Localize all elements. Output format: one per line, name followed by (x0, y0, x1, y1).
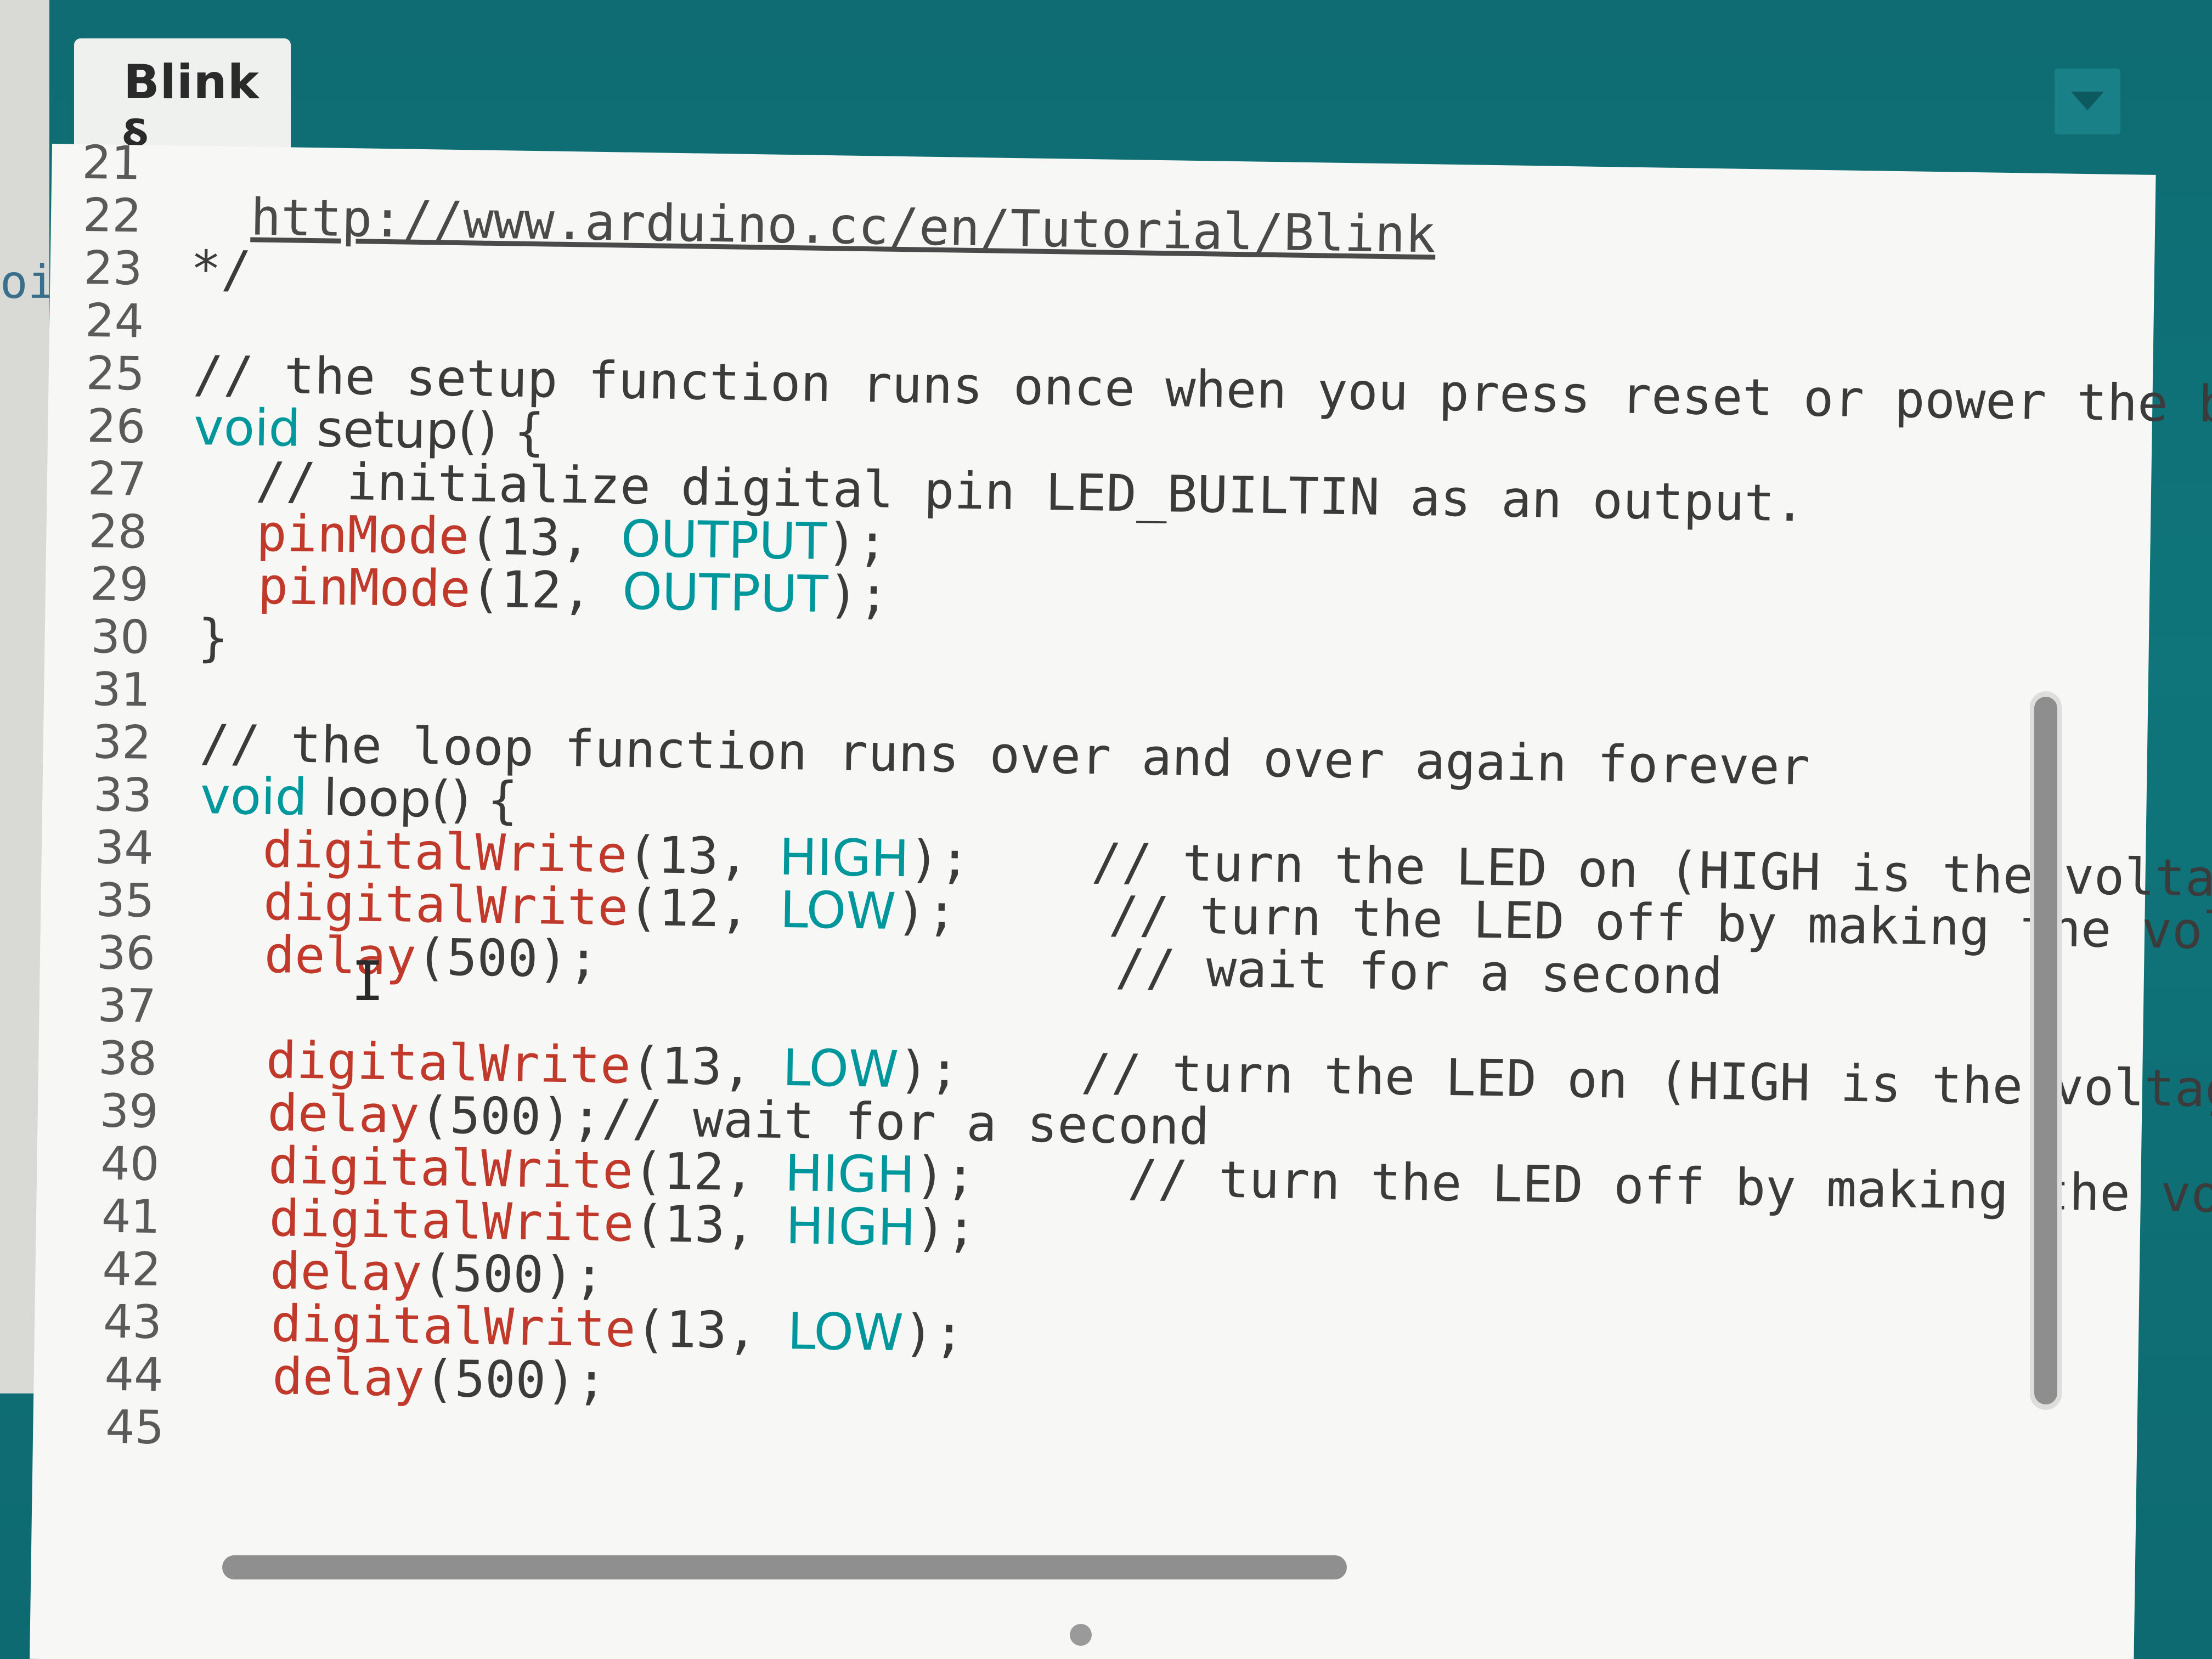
code-line[interactable]: 22 http://www.arduino.cc/en/Tutorial/Bli… (52, 184, 1436, 264)
code-line[interactable]: 45 (75, 1396, 165, 1457)
code-line[interactable]: 36 delay(500); // wait for a second (66, 922, 1723, 1006)
code-token: HIGH (784, 1144, 916, 1205)
code-token: void (193, 397, 301, 458)
code-token: LOW (780, 880, 896, 941)
code-text: pinMode(12, OUTPUT); (196, 555, 889, 626)
code-line[interactable]: 24 (54, 290, 144, 350)
horizontal-scrollbar-thumb[interactable] (222, 1555, 1347, 1579)
code-token: LOW (782, 1038, 899, 1099)
code-token: delay (269, 1242, 423, 1303)
code-token: pinMode (257, 556, 471, 619)
code-token: delay (267, 1084, 420, 1145)
code-token: OUTPUT (622, 562, 829, 624)
code-line[interactable]: 30} (60, 606, 229, 668)
code-text: */ (190, 239, 252, 301)
chevron-down-icon (2071, 92, 2104, 110)
code-line[interactable]: 32// the loop function runs over and ove… (62, 711, 1810, 797)
url-link[interactable]: http://www.arduino.cc/en/Tutorial/Blink (250, 188, 1436, 264)
code-line[interactable]: 39 delay(500);// wait for a second (69, 1080, 1210, 1156)
code-token: delay (272, 1347, 425, 1408)
code-line[interactable]: 43 digitalWrite(13, LOW); (72, 1291, 964, 1363)
tab-menu-button[interactable] (2055, 69, 2120, 134)
line-number: 45 (105, 1400, 165, 1455)
text-cursor-icon: I (351, 949, 385, 1013)
vertical-scrollbar-thumb[interactable] (2034, 697, 2057, 1404)
code-editor[interactable]: 21 22 http://www.arduino.cc/en/Tutorial/B… (30, 136, 2212, 1659)
code-token: HIGH (778, 827, 910, 889)
code-token: */ (190, 239, 252, 300)
code-line[interactable]: 33 void loop() { (63, 764, 519, 830)
code-line[interactable]: 29 pinMode(12, OUTPUT); (59, 553, 889, 625)
code-token: void (200, 766, 308, 827)
code-token: (13, (627, 825, 780, 887)
code-line[interactable]: 26 void setup() { (57, 395, 546, 461)
code-token: ); (826, 512, 888, 572)
code-text: http://www.arduino.cc/en/Tutorial/Blink (189, 187, 1436, 266)
code-line[interactable]: 41 digitalWrite(13, HIGH); (71, 1186, 977, 1258)
vertical-scrollbar[interactable] (2030, 691, 2062, 1410)
code-token: delay (264, 925, 417, 987)
photo-frame: oi Blink § 21 22 http://www.arduino.cc/en… (0, 0, 2212, 1659)
code-text: delay(500); (211, 1346, 607, 1412)
code-token: } (197, 608, 229, 668)
code-token: (13, (633, 1194, 787, 1256)
horizontal-scrollbar-handle[interactable] (1070, 1624, 1092, 1646)
tab-blink[interactable]: Blink § (74, 38, 291, 165)
code-line[interactable]: 25// the setup function runs once when y… (55, 342, 2212, 436)
code-token: (500); (424, 1349, 607, 1411)
code-line[interactable]: 23 */ (53, 237, 252, 300)
left-window-text-fragment: oi (0, 255, 56, 309)
code-token: ); (827, 565, 889, 625)
code-line[interactable]: 37 (67, 975, 156, 1035)
code-token: ); (915, 1198, 977, 1259)
code-line[interactable]: 42 delay(500); (72, 1238, 605, 1305)
code-line[interactable]: 31 (61, 658, 151, 719)
code-line[interactable]: 38 digitalWrite(13, LOW); // turn the LE… (67, 1028, 2212, 1119)
code-token: (12, (470, 560, 623, 621)
code-token: (13, (469, 507, 622, 568)
code-token: ); (902, 1304, 965, 1363)
code-line[interactable]: 28 pinMode(13, OUTPUT); (58, 500, 888, 572)
code-token: (12, (628, 878, 781, 939)
code-line[interactable]: 27 // initialize digital pin LED_BUILTIN… (57, 448, 1805, 533)
code-line[interactable]: 34 digitalWrite(13, HIGH); // turn the L… (64, 816, 2212, 909)
code-token: ); // turn the LED off by making the vol… (914, 1146, 2212, 1226)
code-line[interactable]: 35 digitalWrite(12, LOW); // turn the LE… (65, 870, 2212, 963)
code-token: (13, (635, 1300, 788, 1361)
code-line[interactable]: 40 digitalWrite(12, HIGH); // turn the L… (70, 1133, 2212, 1226)
code-token: (12, (632, 1141, 786, 1203)
code-text: } (198, 608, 229, 669)
code-token: HIGH (785, 1197, 916, 1257)
code-line[interactable]: 44 delay(500); (74, 1344, 607, 1410)
code-token: LOW (787, 1302, 904, 1363)
code-token: (13, (630, 1036, 783, 1097)
